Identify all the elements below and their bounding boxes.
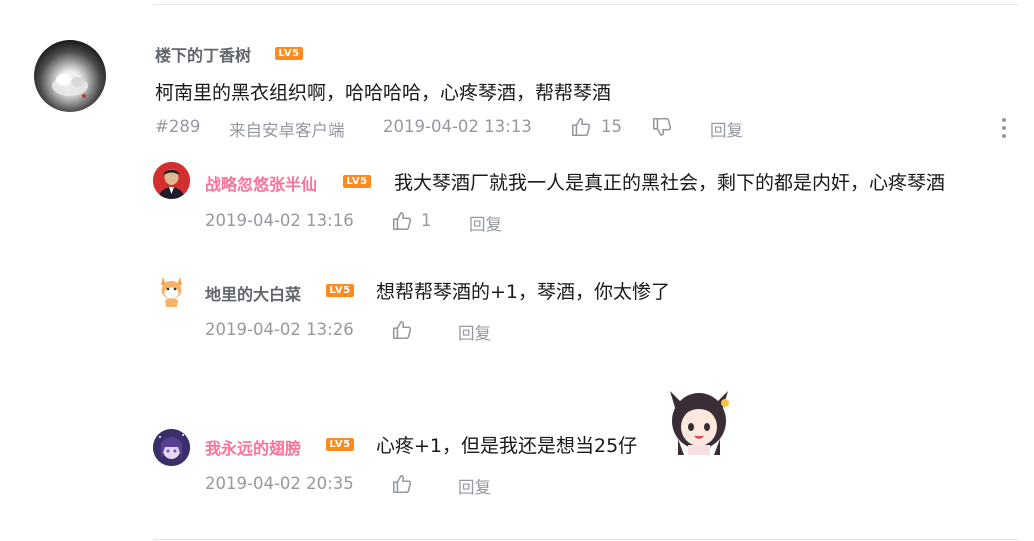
reply-time: 2019-04-02 20:35 (205, 474, 354, 493)
level-badge: LV5 (326, 438, 354, 451)
reply-username[interactable]: 战略忽悠张半仙 (205, 171, 317, 195)
reply-username[interactable]: 地里的大白菜 (205, 281, 301, 305)
avatar-image (161, 277, 182, 307)
comment-source: 来自安卓客户端 (229, 121, 345, 140)
like-icon[interactable] (391, 210, 413, 236)
top-divider (153, 4, 1019, 5)
comment-username[interactable]: 楼下的丁香树 (155, 42, 251, 66)
reply-content: 心疼+1，但是我还是想当25仔 (376, 435, 638, 457)
reply-avatar[interactable] (153, 429, 190, 466)
level-badge: LV5 (326, 284, 354, 297)
like-count: 1 (421, 211, 432, 230)
comment-time: 2019-04-02 13:13 (383, 117, 532, 136)
comment-floor: #289 (155, 117, 201, 136)
dislike-icon[interactable] (651, 116, 673, 142)
reply-button[interactable]: 回复 (710, 117, 743, 141)
avatar-image (153, 429, 190, 466)
avatar-image (153, 162, 190, 199)
level-badge: LV5 (275, 47, 303, 60)
reply-avatar[interactable] (153, 271, 190, 308)
reply-time: 2019-04-02 13:26 (205, 320, 354, 339)
reply-time: 2019-04-02 13:16 (205, 211, 354, 230)
reply-avatar[interactable] (153, 162, 190, 199)
reply-button[interactable]: 回复 (458, 320, 491, 344)
reply-content: 想帮帮琴酒的+1，琴酒，你太惨了 (376, 281, 671, 303)
level-badge: LV5 (343, 175, 371, 188)
reply-button[interactable]: 回复 (469, 211, 502, 235)
comment-content: 柯南里的黑衣组织啊，哈哈哈哈，心疼琴酒，帮帮琴酒 (155, 82, 612, 104)
avatar-image (52, 74, 88, 98)
reply-username[interactable]: 我永远的翅膀 (205, 435, 301, 459)
more-options-icon[interactable] (996, 116, 1012, 142)
like-icon[interactable] (391, 319, 413, 345)
like-icon[interactable] (391, 473, 413, 499)
avatar[interactable] (34, 40, 106, 112)
reply-content: 我大琴酒厂就我一人是真正的黑社会，剩下的都是内奸，心疼琴酒 (394, 172, 946, 194)
bottom-divider (153, 539, 1019, 540)
like-count: 15 (601, 117, 622, 136)
reply-button[interactable]: 回复 (458, 474, 491, 498)
like-icon[interactable] (570, 116, 592, 142)
sticker-image (662, 381, 736, 455)
